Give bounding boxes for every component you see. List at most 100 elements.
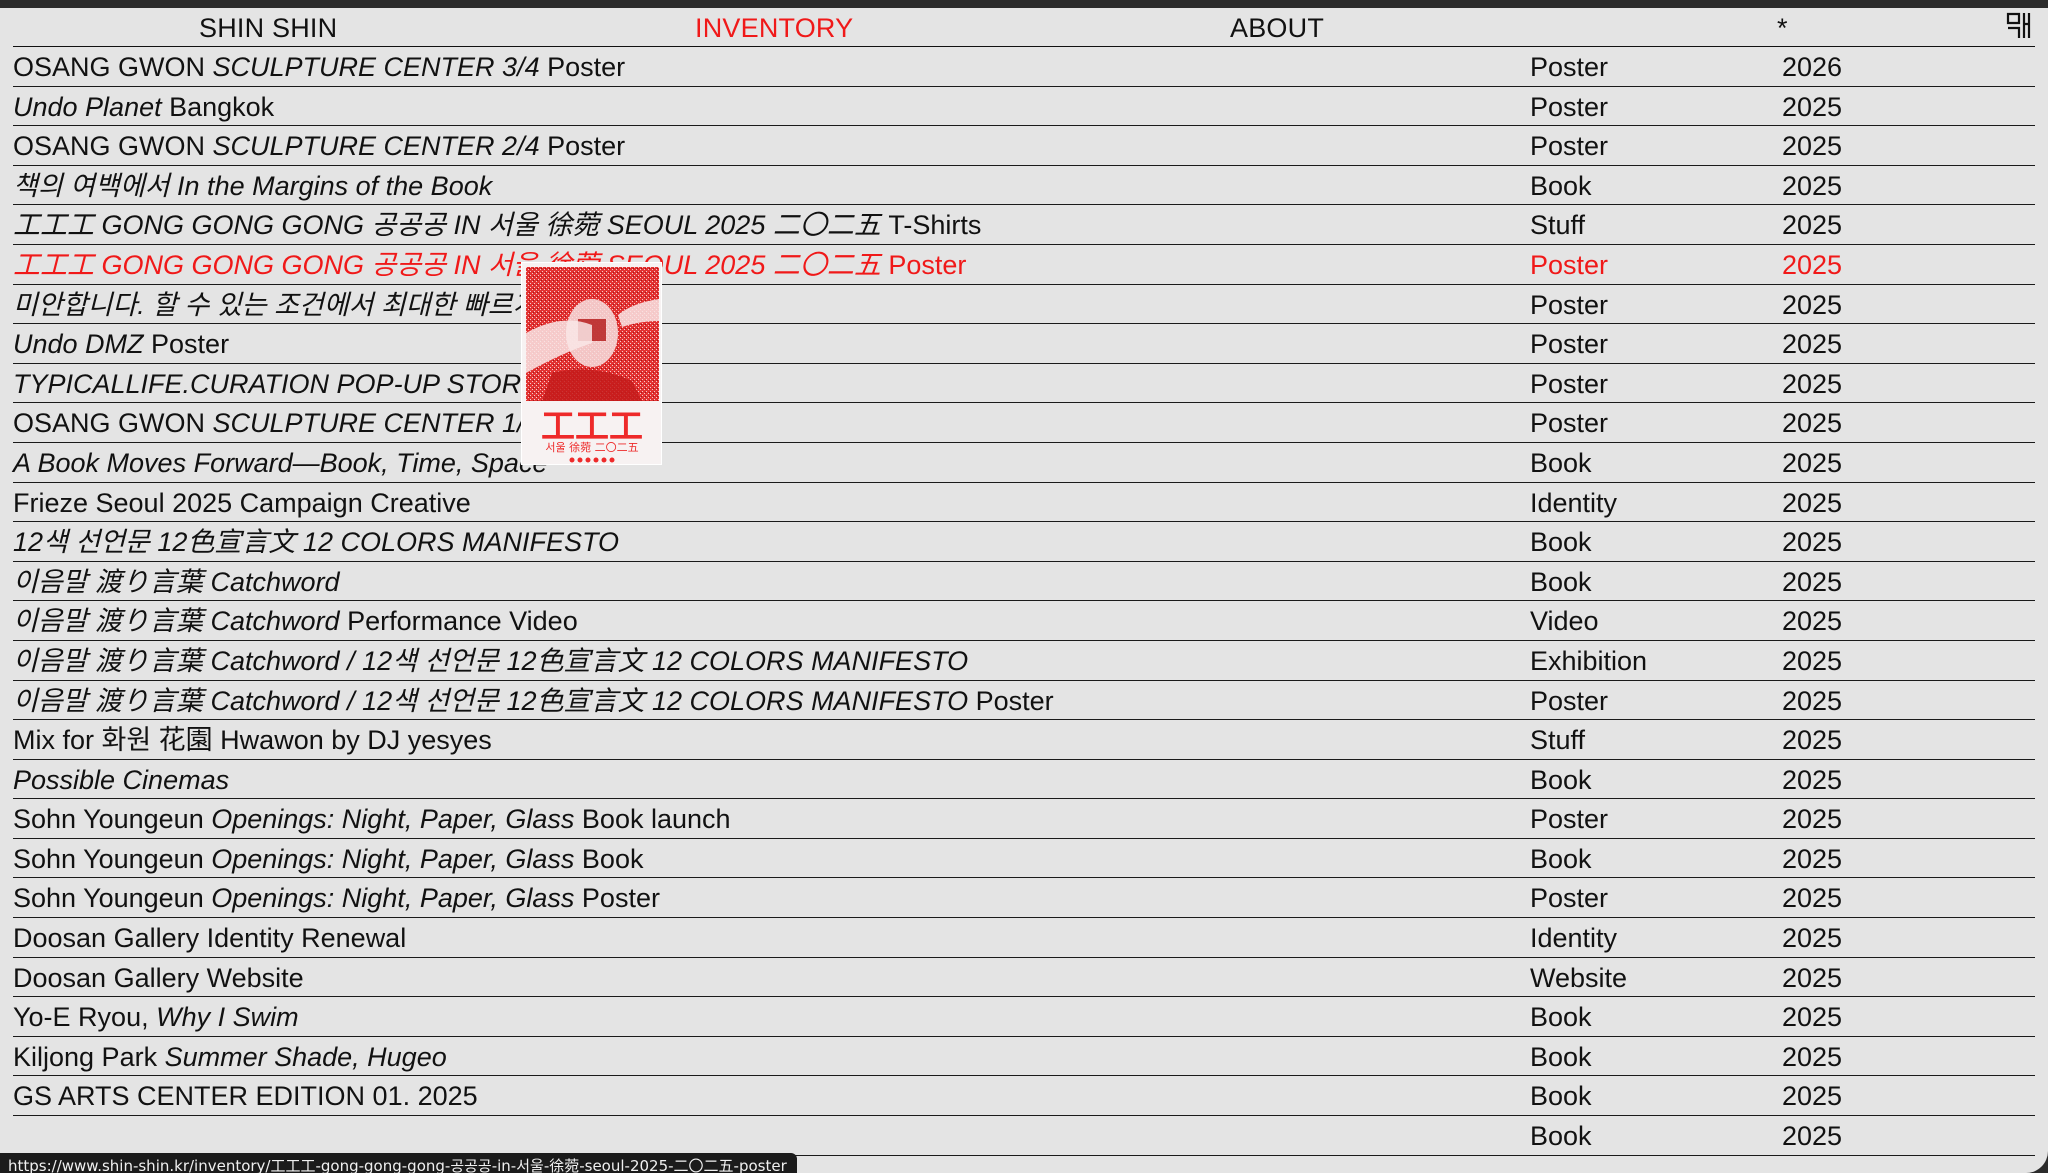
inventory-item-category: Identity [1530,487,1618,518]
inventory-row[interactable]: Book 2025 [13,1116,2035,1156]
title-italic-segment: 미안합니다. 할 수 있는 조건에서 최대한 빠르게 [13,289,538,320]
title-italic-segment: 이음말 渡り言葉 Catchword [13,606,340,637]
inventory-item-category: Poster [1530,685,1609,716]
title-italic-segment: SCULPTURE CENTER 3/4 [212,52,540,82]
inventory-row[interactable]: Undo Planet Bangkok Poster 2025 [13,87,2035,127]
inventory-item-title: Mix for 화원 花園 Hwawon by DJ yesyes [13,724,492,756]
title-segment: Poster [968,685,1054,716]
inventory-item-year: 2025 [1782,606,1843,637]
inventory-item-category: Poster [1530,804,1609,835]
inventory-item-category: Book [1530,843,1592,874]
inventory-item-category: Book [1530,566,1592,597]
inventory-row[interactable]: Doosan Gallery Website Website 2025 [13,958,2035,998]
inventory-row[interactable]: Sohn Youngeun Openings: Night, Paper, Gl… [13,878,2035,919]
inventory-row[interactable]: Kiljong Park Summer Shade, Hugeo Book 2025 [13,1037,2035,1077]
title-italic-segment: 이음말 渡り言葉 Catchword / 12색 선언문 12色宣言文 12 C… [13,645,969,676]
inventory-item-year: 2025 [1782,883,1843,914]
nav-inventory-link[interactable]: INVENTORY [695,13,853,43]
inventory-row[interactable]: 미안합니다. 할 수 있는 조건에서 최대한 빠르게 Poster 2025 [13,285,2035,325]
inventory-item-year: 2025 [1782,1002,1843,1033]
inventory-item-category: Book [1530,1081,1592,1112]
inventory-row[interactable]: 工工工 GONG GONG GONG 공공공 IN 서울 徐菀 SEOUL 20… [13,245,2035,285]
title-italic-segment: Why I Swim [156,1002,299,1033]
inventory-item-year: 2025 [1782,1081,1843,1112]
inventory-row[interactable]: A Book Moves Forward—Book, Time, Space Bo… [13,443,2035,483]
inventory-row[interactable]: 工工工 GONG GONG GONG 공공공 IN 서울 徐菀 SEOUL 20… [13,205,2035,245]
inventory-item-category: Identity [1530,923,1618,954]
inventory-item-category: Book [1530,447,1592,478]
inventory-item-title: GS ARTS CENTER EDITION 01. 2025 [13,1080,478,1112]
inventory-list: OSANG GWON SCULPTURE CENTER 3/4 Poster Po… [0,47,2048,1156]
inventory-item-category: Poster [1530,52,1609,82]
inventory-row[interactable]: OSANG GWON SCULPTURE CENTER 1/4 PosterPo… [13,403,2035,443]
inventory-row[interactable]: TYPICALLIFE.CURATION POP-UP STORE Poster 2… [13,364,2035,404]
inventory-row[interactable]: Sohn Youngeun Openings: Night, Paper, Gl… [13,799,2035,839]
nav-star-link[interactable]: * [1777,13,1788,43]
inventory-item-category: Book [1530,764,1592,795]
inventory-row[interactable]: 이음말 渡り言葉 Catchword Book 2025 [13,562,2035,602]
nav-home-link[interactable]: SHIN SHIN [199,13,337,43]
title-segment: GS ARTS CENTER EDITION 01. 2025 [13,1081,478,1112]
title-italic-segment: Summer Shade, Hugeo [164,1041,447,1072]
inventory-row[interactable]: Sohn Youngeun Openings: Night, Paper, Gl… [13,839,2035,879]
title-segment: Performance Video [339,606,578,637]
inventory-item-category: Website [1530,962,1628,993]
inventory-item-year: 2025 [1782,764,1843,795]
title-segment: Yo-E Ryou, [13,1002,157,1033]
inventory-item-category: Book [1530,170,1592,201]
inventory-item-title: TYPICALLIFE.CURATION POP-UP STORE [13,368,539,400]
title-italic-segment: SCULPTURE CENTER 1/4 [212,408,540,439]
inventory-item-title: Undo DMZ Poster [13,328,229,360]
inventory-item-year: 2025 [1782,487,1843,518]
korean-language-toggle-icon[interactable] [2005,11,2035,41]
title-italic-segment: 이음말 渡り言葉 Catchword [13,566,340,597]
inventory-item-category: Poster [1530,289,1609,320]
title-italic-segment: TYPICALLIFE.CURATION POP-UP STORE [13,368,540,399]
inventory-item-title: Possible Cinemas [13,764,229,796]
inventory-item-year: 2025 [1782,645,1843,676]
title-segment: OSANG GWON [13,52,213,82]
title-italic-segment: Openings: Night, Paper, Glass [211,843,575,874]
title-segment: Book launch [574,804,731,835]
title-segment: OSANG GWON [13,408,213,439]
inventory-item-year: 2025 [1782,131,1843,162]
inventory-item-title: 미안합니다. 할 수 있는 조건에서 최대한 빠르게 [13,289,537,321]
inventory-item-title: OSANG GWON SCULPTURE CENTER 2/4 Poster [13,130,625,162]
inventory-item-category: Poster [1530,131,1609,162]
inventory-row[interactable]: 이음말 渡り言葉 Catchword / 12색 선언문 12色宣言文 12 C… [13,641,2035,681]
inventory-row[interactable]: 12색 선언문 12色宣言文 12 COLORS MANIFESTO Book 20… [13,522,2035,562]
inventory-row[interactable]: Possible Cinemas Book 2025 [13,760,2035,800]
inventory-row[interactable]: GS ARTS CENTER EDITION 01. 2025 Book 2025 [13,1076,2035,1117]
inventory-row[interactable]: 이음말 渡り言葉 Catchword Performance Video Vide… [13,601,2035,641]
title-italic-segment: SCULPTURE CENTER 2/4 [212,131,540,162]
inventory-item-title: 이음말 渡り言葉 Catchword Performance Video [13,605,578,637]
title-segment: Sohn Youngeun [13,843,212,874]
inventory-item-year: 2025 [1782,725,1843,756]
inventory-row[interactable]: Undo DMZ Poster Poster 2025 [13,324,2035,364]
inventory-item-year: 2025 [1782,843,1843,874]
title-italic-segment: 工工工 GONG GONG GONG 공공공 IN 서울 徐菀 SEOUL 20… [13,249,881,280]
nav-about-link[interactable]: ABOUT [1230,13,1324,43]
inventory-item-year: 2025 [1782,170,1843,201]
inventory-row[interactable]: 책의 여백에서 In the Margins of the Book Book 20… [13,166,2035,206]
inventory-row[interactable]: Yo-E Ryou, Why I Swim Book 2025 [13,997,2035,1037]
inventory-row[interactable]: Mix for 화원 花園 Hwawon by DJ yesyes Stuff 20… [13,720,2035,760]
inventory-item-category: Poster [1530,249,1609,280]
inventory-item-year: 2025 [1782,210,1843,241]
browser-viewport: SHIN SHIN INVENTORY ABOUT * OSANG GWON S… [0,8,2048,1173]
inventory-row[interactable]: 이음말 渡り言葉 Catchword / 12색 선언문 12色宣言文 12 C… [13,681,2035,721]
inventory-item-title: 工工工 GONG GONG GONG 공공공 IN 서울 徐菀 SEOUL 20… [13,209,981,241]
inventory-row[interactable]: OSANG GWON SCULPTURE CENTER 3/4 Poster Po… [13,47,2035,87]
title-italic-segment: Openings: Night, Paper, Glass [211,804,575,835]
inventory-item-title: Sohn Youngeun Openings: Night, Paper, Gl… [13,843,643,875]
inventory-row[interactable]: OSANG GWON SCULPTURE CENTER 2/4 Poster Po… [13,126,2035,166]
title-italic-segment: Undo Planet [13,91,162,122]
title-segment: T-Shirts [880,210,982,241]
inventory-item-year: 2025 [1782,368,1843,399]
inventory-row[interactable]: Frieze Seoul 2025 Campaign Creative Ident… [13,483,2035,523]
inventory-item-category: Book [1530,1041,1592,1072]
inventory-item-title: 이음말 渡り言葉 Catchword / 12색 선언문 12色宣言文 12 C… [13,685,1054,717]
title-italic-segment: Possible Cinemas [13,764,230,795]
inventory-item-category: Poster [1530,91,1609,122]
inventory-row[interactable]: Doosan Gallery Identity Renewal Identity 2… [13,918,2035,958]
